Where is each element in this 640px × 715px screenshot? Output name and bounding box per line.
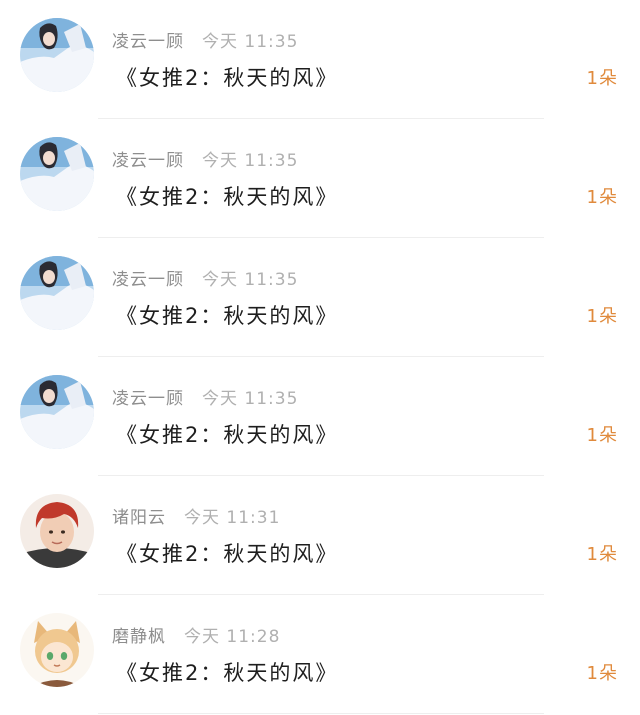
book-title: 《女推2：秋天的风》 xyxy=(116,66,339,90)
book-title: 《女推2：秋天的风》 xyxy=(116,185,339,209)
user-avatar[interactable] xyxy=(20,256,94,330)
girl-white-dress-avatar-icon xyxy=(20,375,94,449)
gift-count: 1朵 xyxy=(586,544,618,565)
divider xyxy=(98,713,544,714)
list-item[interactable]: 磨静枫 今天 11:28 《女推2：秋天的风》 1朵 xyxy=(0,595,640,714)
gift-count: 1朵 xyxy=(586,663,618,684)
sender-meta: 凌云一顾 今天 11:35 xyxy=(112,265,299,290)
sender-name[interactable]: 凌云一顾 xyxy=(112,265,184,290)
sender-name[interactable]: 诸阳云 xyxy=(112,503,166,528)
send-time: 今天 11:35 xyxy=(202,388,299,409)
send-time: 今天 11:35 xyxy=(202,31,299,52)
list-item[interactable]: 凌云一顾 今天 11:35 《女推2：秋天的风》 1朵 xyxy=(0,0,640,119)
gift-count: 1朵 xyxy=(586,425,618,446)
user-avatar[interactable] xyxy=(20,137,94,211)
sender-name[interactable]: 凌云一顾 xyxy=(112,146,184,171)
list-item[interactable]: 凌云一顾 今天 11:35 《女推2：秋天的风》 1朵 xyxy=(0,119,640,238)
book-title: 《女推2：秋天的风》 xyxy=(116,542,339,566)
sender-name[interactable]: 凌云一顾 xyxy=(112,27,184,52)
girl-white-dress-avatar-icon xyxy=(20,18,94,92)
book-title: 《女推2：秋天的风》 xyxy=(116,304,339,328)
sender-meta: 凌云一顾 今天 11:35 xyxy=(112,146,299,171)
sender-meta: 凌云一顾 今天 11:35 xyxy=(112,27,299,52)
gift-count: 1朵 xyxy=(586,187,618,208)
girl-white-dress-avatar-icon xyxy=(20,256,94,330)
sender-name[interactable]: 凌云一顾 xyxy=(112,384,184,409)
book-title: 《女推2：秋天的风》 xyxy=(116,661,339,685)
send-time: 今天 11:35 xyxy=(202,269,299,290)
user-avatar[interactable] xyxy=(20,494,94,568)
book-title: 《女推2：秋天的风》 xyxy=(116,423,339,447)
user-avatar[interactable] xyxy=(20,613,94,687)
sender-meta: 凌云一顾 今天 11:35 xyxy=(112,384,299,409)
gift-count: 1朵 xyxy=(586,68,618,89)
sender-name[interactable]: 磨静枫 xyxy=(112,622,166,647)
sender-meta: 诸阳云 今天 11:31 xyxy=(112,503,281,528)
gift-record-list: 凌云一顾 今天 11:35 《女推2：秋天的风》 1朵 凌云一顾 今天 11:3… xyxy=(0,0,640,715)
red-hair-person-avatar-icon xyxy=(20,494,94,568)
user-avatar[interactable] xyxy=(20,375,94,449)
list-item[interactable]: 诸阳云 今天 11:31 《女推2：秋天的风》 1朵 xyxy=(0,476,640,595)
user-avatar[interactable] xyxy=(20,18,94,92)
sender-meta: 磨静枫 今天 11:28 xyxy=(112,622,281,647)
send-time: 今天 11:31 xyxy=(184,507,281,528)
girl-white-dress-avatar-icon xyxy=(20,137,94,211)
anime-cat-ears-avatar-icon xyxy=(20,613,94,687)
gift-count: 1朵 xyxy=(586,306,618,327)
list-item[interactable]: 凌云一顾 今天 11:35 《女推2：秋天的风》 1朵 xyxy=(0,357,640,476)
list-item[interactable]: 凌云一顾 今天 11:35 《女推2：秋天的风》 1朵 xyxy=(0,238,640,357)
send-time: 今天 11:28 xyxy=(184,626,281,647)
send-time: 今天 11:35 xyxy=(202,150,299,171)
